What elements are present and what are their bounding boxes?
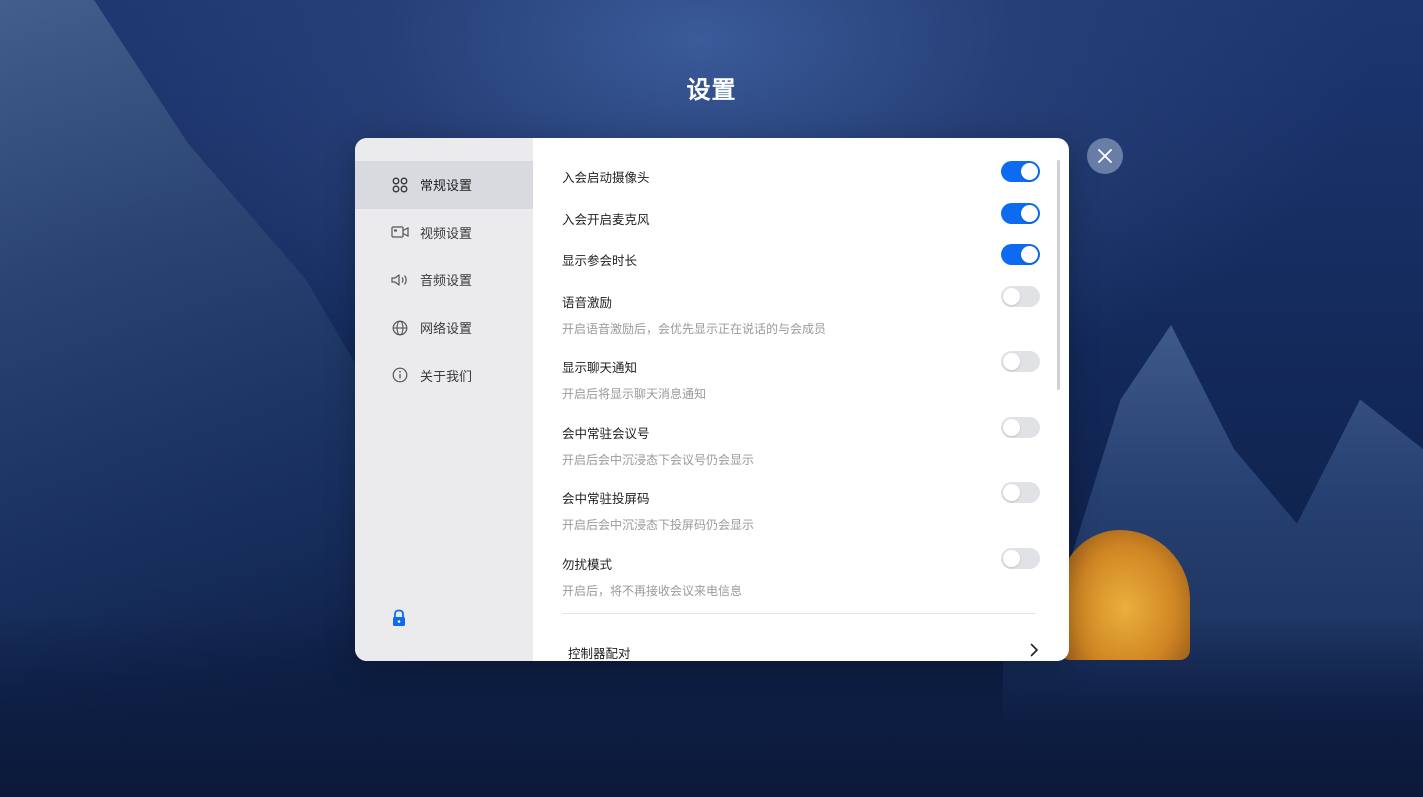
- persistent-cast-code-toggle[interactable]: [1001, 482, 1040, 503]
- setting-title: 语音激励: [562, 295, 613, 310]
- toggle-knob: [1003, 484, 1020, 501]
- toggle-knob: [1003, 288, 1020, 305]
- setting-title: 会中常驻投屏码: [562, 491, 650, 506]
- setting-description: 开启语音激励后，会优先显示正在说话的与会成员: [562, 322, 827, 336]
- voice-activation-toggle[interactable]: [1001, 286, 1040, 307]
- setting-description: 开启后，将不再接收会议来电信息: [562, 584, 743, 598]
- sidebar-item-video[interactable]: 视频设置: [355, 209, 533, 257]
- controller-pairing-label: 控制器配对: [568, 646, 631, 661]
- setting-row: 入会启动摄像头: [562, 161, 1040, 186]
- setting-row: 会中常驻会议号 开启后会中沉浸态下会议号仍会显示: [562, 417, 1040, 468]
- mic-on-join-toggle[interactable]: [1001, 203, 1040, 224]
- sidebar-item-label: 常规设置: [420, 179, 473, 195]
- chat-notification-toggle[interactable]: [1001, 351, 1040, 372]
- sidebar-item-label: 网络设置: [420, 322, 473, 338]
- sidebar-item-about[interactable]: 关于我们: [355, 351, 533, 399]
- setting-description: 开启后将显示聊天消息通知: [562, 387, 707, 401]
- setting-title: 显示聊天通知: [562, 360, 638, 375]
- lock-icon[interactable]: [391, 609, 407, 627]
- sidebar-item-label: 关于我们: [420, 369, 473, 385]
- controller-pairing-row[interactable]: 控制器配对: [568, 643, 1040, 661]
- sidebar-item-audio[interactable]: 音频设置: [355, 256, 533, 304]
- sidebar: 常规设置 视频设置 音频设置 网络设置 关于我们: [355, 138, 533, 661]
- setting-row: 显示聊天通知 开启后将显示聊天消息通知: [562, 351, 1040, 402]
- close-button[interactable]: [1087, 138, 1123, 174]
- toggle-knob: [1003, 550, 1020, 567]
- setting-title: 入会启动摄像头: [562, 170, 650, 185]
- settings-content: 入会启动摄像头 入会开启麦克风 显示参会时长 语音激励 开启语音激励后，会优先显…: [533, 138, 1069, 661]
- toggle-knob: [1003, 353, 1020, 370]
- setting-row: 显示参会时长: [562, 244, 1040, 269]
- info-icon: [391, 366, 409, 384]
- camera-on-join-toggle[interactable]: [1001, 161, 1040, 182]
- setting-row: 会中常驻投屏码 开启后会中沉浸态下投屏码仍会显示: [562, 482, 1040, 533]
- divider: [562, 613, 1036, 614]
- setting-row: 入会开启麦克风: [562, 203, 1040, 228]
- close-icon: [1098, 149, 1112, 163]
- speaker-icon: [391, 271, 409, 289]
- toggle-knob: [1021, 163, 1038, 180]
- globe-icon: [391, 319, 409, 337]
- setting-description: 开启后会中沉浸态下会议号仍会显示: [562, 453, 755, 467]
- sidebar-item-general[interactable]: 常规设置: [355, 161, 533, 209]
- setting-title: 勿扰模式: [562, 557, 613, 572]
- setting-row: 语音激励 开启语音激励后，会优先显示正在说话的与会成员: [562, 286, 1040, 337]
- setting-description: 开启后会中沉浸态下投屏码仍会显示: [562, 518, 755, 532]
- video-camera-icon: [391, 223, 409, 241]
- setting-title: 入会开启麦克风: [562, 212, 650, 227]
- sidebar-item-label: 视频设置: [420, 226, 473, 242]
- chevron-right-icon: [1030, 643, 1038, 657]
- setting-row: 勿扰模式 开启后，将不再接收会议来电信息: [562, 548, 1040, 599]
- sidebar-nav: 常规设置 视频设置 音频设置 网络设置 关于我们: [355, 138, 533, 399]
- persistent-meeting-id-toggle[interactable]: [1001, 417, 1040, 438]
- setting-title: 显示参会时长: [562, 253, 638, 268]
- sidebar-item-label: 音频设置: [420, 274, 473, 290]
- do-not-disturb-toggle[interactable]: [1001, 548, 1040, 569]
- sidebar-item-network[interactable]: 网络设置: [355, 304, 533, 352]
- page-title: 设置: [686, 76, 737, 104]
- grid-icon: [391, 176, 409, 194]
- setting-title: 会中常驻会议号: [562, 426, 650, 441]
- scrollbar[interactable]: [1057, 160, 1060, 390]
- meeting-duration-toggle[interactable]: [1001, 244, 1040, 265]
- toggle-knob: [1003, 419, 1020, 436]
- settings-dialog: 常规设置 视频设置 音频设置 网络设置 关于我们 入会启动摄像头 入会开启麦克风…: [355, 138, 1069, 661]
- toggle-knob: [1021, 205, 1038, 222]
- toggle-knob: [1021, 246, 1038, 263]
